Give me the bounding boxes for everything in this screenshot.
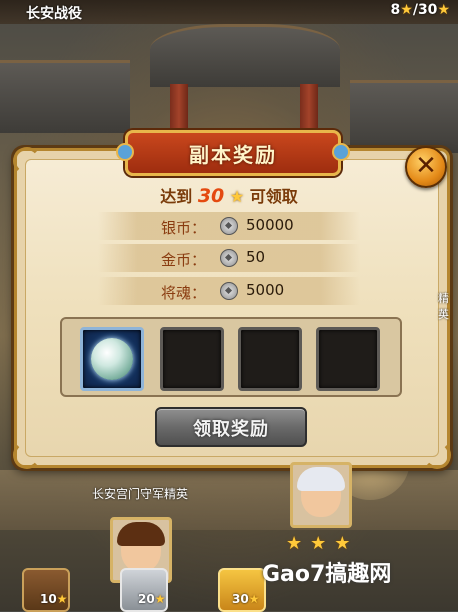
close-button[interactable]: ✕ xyxy=(405,146,447,188)
hero-node-cleared[interactable] xyxy=(290,462,352,528)
item-slot[interactable] xyxy=(160,327,224,391)
reward-label: 银币： xyxy=(160,219,206,237)
hero-hair xyxy=(297,467,345,491)
star-counter: 8★/30★ xyxy=(391,2,450,18)
top-bar: 长安战役 8★/30★ xyxy=(0,0,458,24)
star-icon: ★ xyxy=(286,533,311,554)
stars-total: /30 xyxy=(412,2,438,18)
pearl-orb-icon xyxy=(91,338,133,380)
stage-title: 长安战役 xyxy=(26,6,82,22)
corner-ornament xyxy=(423,441,451,469)
reward-row-soul: 将魂： 5000 xyxy=(98,277,360,305)
star-requirement: 达到 30 ★ 可领取 xyxy=(0,183,458,207)
corner-ornament xyxy=(13,147,41,175)
item-slot[interactable] xyxy=(238,327,302,391)
stars-current: 8 xyxy=(390,2,401,18)
elite-stage-label: 长安宫门守军精英 xyxy=(92,487,189,501)
star-icon: ★ xyxy=(437,2,450,18)
star-icon: ★ xyxy=(229,187,245,206)
item-slot[interactable] xyxy=(80,327,144,391)
stage-stars: ★★★ xyxy=(286,533,358,554)
corner-ornament xyxy=(13,441,41,469)
item-slot[interactable] xyxy=(316,327,380,391)
chest-star-count: 20★ xyxy=(138,592,166,606)
roof-left xyxy=(0,60,130,133)
dialog-title: 副本奖励 xyxy=(189,143,277,167)
requirement-prefix: 达到 xyxy=(160,187,193,206)
cut-off-label: 精英 xyxy=(438,292,449,321)
reward-value: 50000 xyxy=(246,216,294,234)
requirement-suffix: 可领取 xyxy=(249,187,298,206)
reward-value: 50 xyxy=(246,248,266,266)
watermark-logo: Gao7搞趣网 xyxy=(262,562,392,587)
dialog-title-plate: 副本奖励 xyxy=(116,130,350,176)
star-icon: ★ xyxy=(334,533,359,554)
requirement-number: 30 xyxy=(197,185,225,207)
star-icon: ★ xyxy=(310,533,335,554)
reward-row-gold: 金币： 50 xyxy=(98,244,360,272)
pagoda-roof xyxy=(150,24,340,87)
reward-row-silver: 银币： 50000 xyxy=(98,212,360,240)
coin-icon xyxy=(220,249,238,267)
reward-item-slots xyxy=(60,317,402,397)
claim-button-label: 领取奖励 xyxy=(193,419,269,440)
close-x-icon: ✕ xyxy=(415,151,437,181)
claim-reward-button[interactable]: 领取奖励 xyxy=(155,407,307,447)
star-icon: ★ xyxy=(400,2,413,18)
reward-label: 金币： xyxy=(160,251,206,269)
reward-value: 5000 xyxy=(246,281,285,299)
roof-right xyxy=(350,80,458,153)
coin-icon xyxy=(220,282,238,300)
reward-label: 将魂： xyxy=(160,284,206,302)
chest-star-count: 10★ xyxy=(40,592,68,606)
chest-star-count: 30★ xyxy=(232,592,260,606)
hero-hair xyxy=(117,522,165,546)
coin-icon xyxy=(220,217,238,235)
